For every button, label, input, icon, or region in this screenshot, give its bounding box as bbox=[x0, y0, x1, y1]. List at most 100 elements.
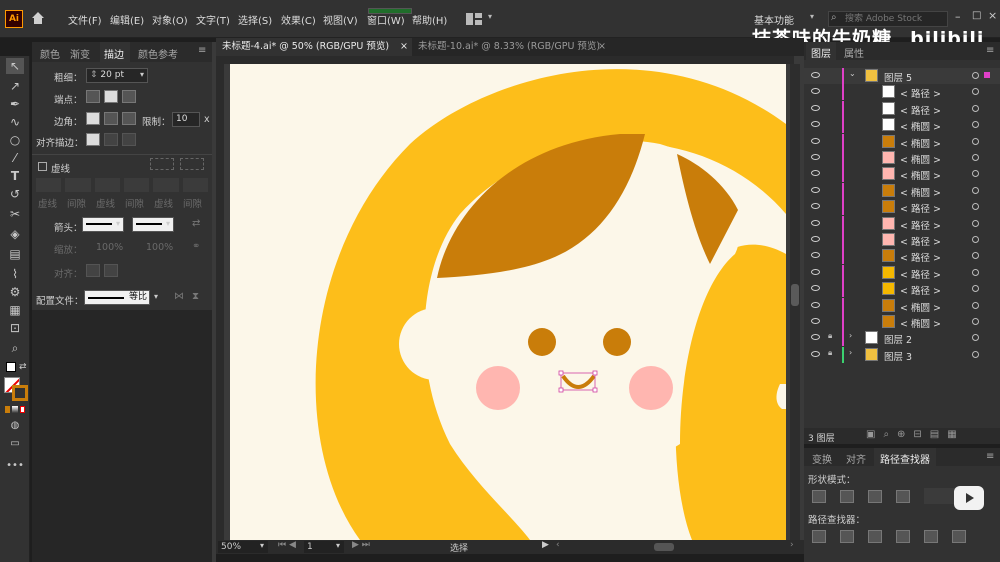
layer-item-row[interactable]: < 椭圆 > bbox=[804, 117, 1000, 134]
tab-document-4[interactable]: 未标题-4.ai* @ 50% (RGB/GPU 预览) × bbox=[216, 38, 412, 56]
target-circle-icon[interactable] bbox=[972, 137, 979, 145]
maximize-icon[interactable]: □ bbox=[972, 10, 981, 21]
visibility-eye-icon[interactable] bbox=[811, 88, 820, 95]
target-circle-icon[interactable] bbox=[972, 334, 979, 342]
visibility-eye-icon[interactable] bbox=[811, 236, 820, 242]
target-circle-icon[interactable] bbox=[972, 88, 979, 96]
tab-stroke[interactable]: 描边 bbox=[104, 46, 124, 61]
flip-along-icon[interactable]: ⋈ bbox=[174, 291, 184, 302]
menu-window[interactable]: 窗口(W) bbox=[367, 12, 405, 27]
close-tab-icon[interactable]: × bbox=[598, 38, 606, 56]
layer-row[interactable]: 🔒︎ › 图层 3 bbox=[804, 346, 1000, 363]
screen-mode-icon[interactable]: ▭ bbox=[6, 436, 24, 452]
layer-item-row[interactable]: < 椭圆 > bbox=[804, 297, 1000, 314]
crop-button[interactable] bbox=[896, 530, 910, 543]
artboard-dropdown-icon[interactable]: ▾ bbox=[336, 541, 340, 550]
color-mode-buttons[interactable] bbox=[5, 406, 25, 413]
expand-chevron-icon[interactable]: › bbox=[849, 348, 852, 357]
align-center-button[interactable] bbox=[86, 133, 100, 146]
tab-pathfinder[interactable]: 路径查找器 bbox=[880, 451, 930, 466]
layers-menu-icon[interactable]: ≡ bbox=[986, 45, 994, 56]
minus-front-button[interactable] bbox=[840, 490, 854, 503]
vertical-ruler[interactable] bbox=[216, 56, 224, 540]
target-circle-icon[interactable] bbox=[972, 236, 979, 243]
miter-join-button[interactable] bbox=[86, 112, 100, 125]
layer-action-icons[interactable]: ▣⌕⊕⊟▤▦ bbox=[866, 429, 965, 440]
layer-item-row[interactable]: < 路径 > bbox=[804, 248, 1000, 265]
first-artboard-icon[interactable]: ⏮ ◀ bbox=[278, 540, 296, 550]
weight-dropdown-icon[interactable]: ▾ bbox=[140, 70, 144, 79]
menu-type[interactable]: 文字(T) bbox=[196, 12, 230, 27]
miter-limit-field[interactable]: 10 bbox=[172, 112, 200, 127]
eyedropper-tool-icon[interactable]: ⌇ bbox=[6, 266, 24, 282]
swap-arrowheads-icon[interactable]: ⇄ bbox=[192, 218, 200, 229]
visibility-eye-icon[interactable] bbox=[811, 334, 820, 341]
link-scale-icon[interactable]: ⚭ bbox=[192, 241, 200, 252]
tab-align[interactable]: 对齐 bbox=[846, 451, 866, 466]
draw-mode-icon[interactable]: ◍ bbox=[6, 418, 24, 434]
tab-document-10[interactable]: 未标题-10.ai* @ 8.33% (RGB/GPU 预览) × bbox=[412, 38, 612, 56]
layer-item-row[interactable]: < 路径 > bbox=[804, 84, 1000, 101]
merge-button[interactable] bbox=[868, 530, 882, 543]
scroll-thumb[interactable] bbox=[791, 284, 799, 306]
outline-button[interactable] bbox=[924, 530, 938, 543]
stroke-weight-field[interactable]: ⇕ 20 pt bbox=[86, 68, 148, 83]
layer-item-row[interactable]: < 椭圆 > bbox=[804, 133, 1000, 150]
curvature-tool-icon[interactable]: ∿ bbox=[6, 114, 24, 130]
layer-item-row[interactable]: < 椭圆 > bbox=[804, 150, 1000, 166]
menu-file[interactable]: 文件(F) bbox=[68, 12, 102, 27]
lock-icon[interactable]: 🔒︎ bbox=[828, 331, 832, 341]
target-circle-icon[interactable] bbox=[972, 301, 979, 309]
visibility-eye-icon[interactable] bbox=[811, 154, 820, 160]
trim-button[interactable] bbox=[840, 530, 854, 543]
blend-tool-icon[interactable]: ⚙ bbox=[6, 284, 24, 300]
layer-item-row[interactable]: < 路径 > bbox=[804, 215, 1000, 232]
vertical-scrollbar[interactable] bbox=[790, 64, 800, 540]
intersect-button[interactable] bbox=[868, 490, 882, 503]
status-menu-icon[interactable]: ▶ bbox=[542, 540, 549, 550]
target-circle-icon[interactable] bbox=[972, 186, 979, 194]
target-circle-icon[interactable] bbox=[972, 154, 979, 161]
target-circle-icon[interactable] bbox=[972, 104, 979, 112]
symbol-sprayer-tool-icon[interactable]: ▦ bbox=[6, 302, 24, 318]
dash-preserve-button[interactable] bbox=[150, 158, 174, 170]
target-circle-icon[interactable] bbox=[972, 318, 979, 325]
scroll-right-icon[interactable]: › bbox=[790, 540, 794, 550]
arrange-dropdown-icon[interactable]: ▾ bbox=[488, 12, 492, 21]
target-circle-icon[interactable] bbox=[972, 203, 979, 211]
exclude-button[interactable] bbox=[896, 490, 910, 503]
start-arrow-dropdown-icon[interactable]: ▾ bbox=[116, 219, 120, 228]
selection-tool-icon[interactable]: ↖ bbox=[6, 58, 24, 74]
arrow-extend-button[interactable] bbox=[86, 264, 100, 277]
visibility-eye-icon[interactable] bbox=[811, 104, 820, 111]
visibility-eye-icon[interactable] bbox=[811, 350, 820, 357]
layer-item-row[interactable]: < 路径 > bbox=[804, 199, 1000, 216]
butt-cap-button[interactable] bbox=[86, 90, 100, 103]
rotate-tool-icon[interactable]: ↺ bbox=[6, 186, 24, 202]
layer-item-row[interactable]: < 路径 > bbox=[804, 264, 1000, 281]
align-outside-button[interactable] bbox=[122, 133, 136, 146]
direct-selection-tool-icon[interactable]: ↗ bbox=[6, 78, 24, 94]
layer-item-row[interactable]: < 椭圆 > bbox=[804, 314, 1000, 330]
type-tool-icon[interactable]: T bbox=[6, 168, 24, 184]
ellipse-tool-icon[interactable]: ○ bbox=[6, 132, 24, 148]
target-circle-icon[interactable] bbox=[972, 121, 979, 129]
tab-layers[interactable]: 图层 bbox=[811, 45, 831, 60]
divide-button[interactable] bbox=[812, 530, 826, 543]
end-arrow-dropdown-icon[interactable]: ▾ bbox=[166, 219, 170, 228]
visibility-eye-icon[interactable] bbox=[811, 170, 820, 177]
end-scale-value[interactable]: 100% bbox=[146, 242, 173, 253]
layer-row[interactable]: ⌄ 图层 5 bbox=[804, 68, 1000, 84]
layer-item-row[interactable]: < 路径 > bbox=[804, 100, 1000, 117]
selection-indicator[interactable] bbox=[984, 72, 990, 78]
menu-effect[interactable]: 效果(C) bbox=[281, 12, 316, 27]
visibility-eye-icon[interactable] bbox=[811, 186, 820, 193]
horizontal-ruler[interactable] bbox=[222, 56, 794, 64]
close-tab-icon[interactable]: × bbox=[400, 38, 408, 56]
arrow-place-button[interactable] bbox=[104, 264, 118, 277]
stroke-swatch[interactable] bbox=[12, 385, 28, 401]
layer-item-row[interactable]: < 路径 > bbox=[804, 232, 1000, 248]
artboard[interactable] bbox=[230, 64, 786, 540]
shape-builder-tool-icon[interactable]: ◈ bbox=[6, 226, 24, 242]
right-eye-ellipse[interactable] bbox=[603, 328, 631, 356]
